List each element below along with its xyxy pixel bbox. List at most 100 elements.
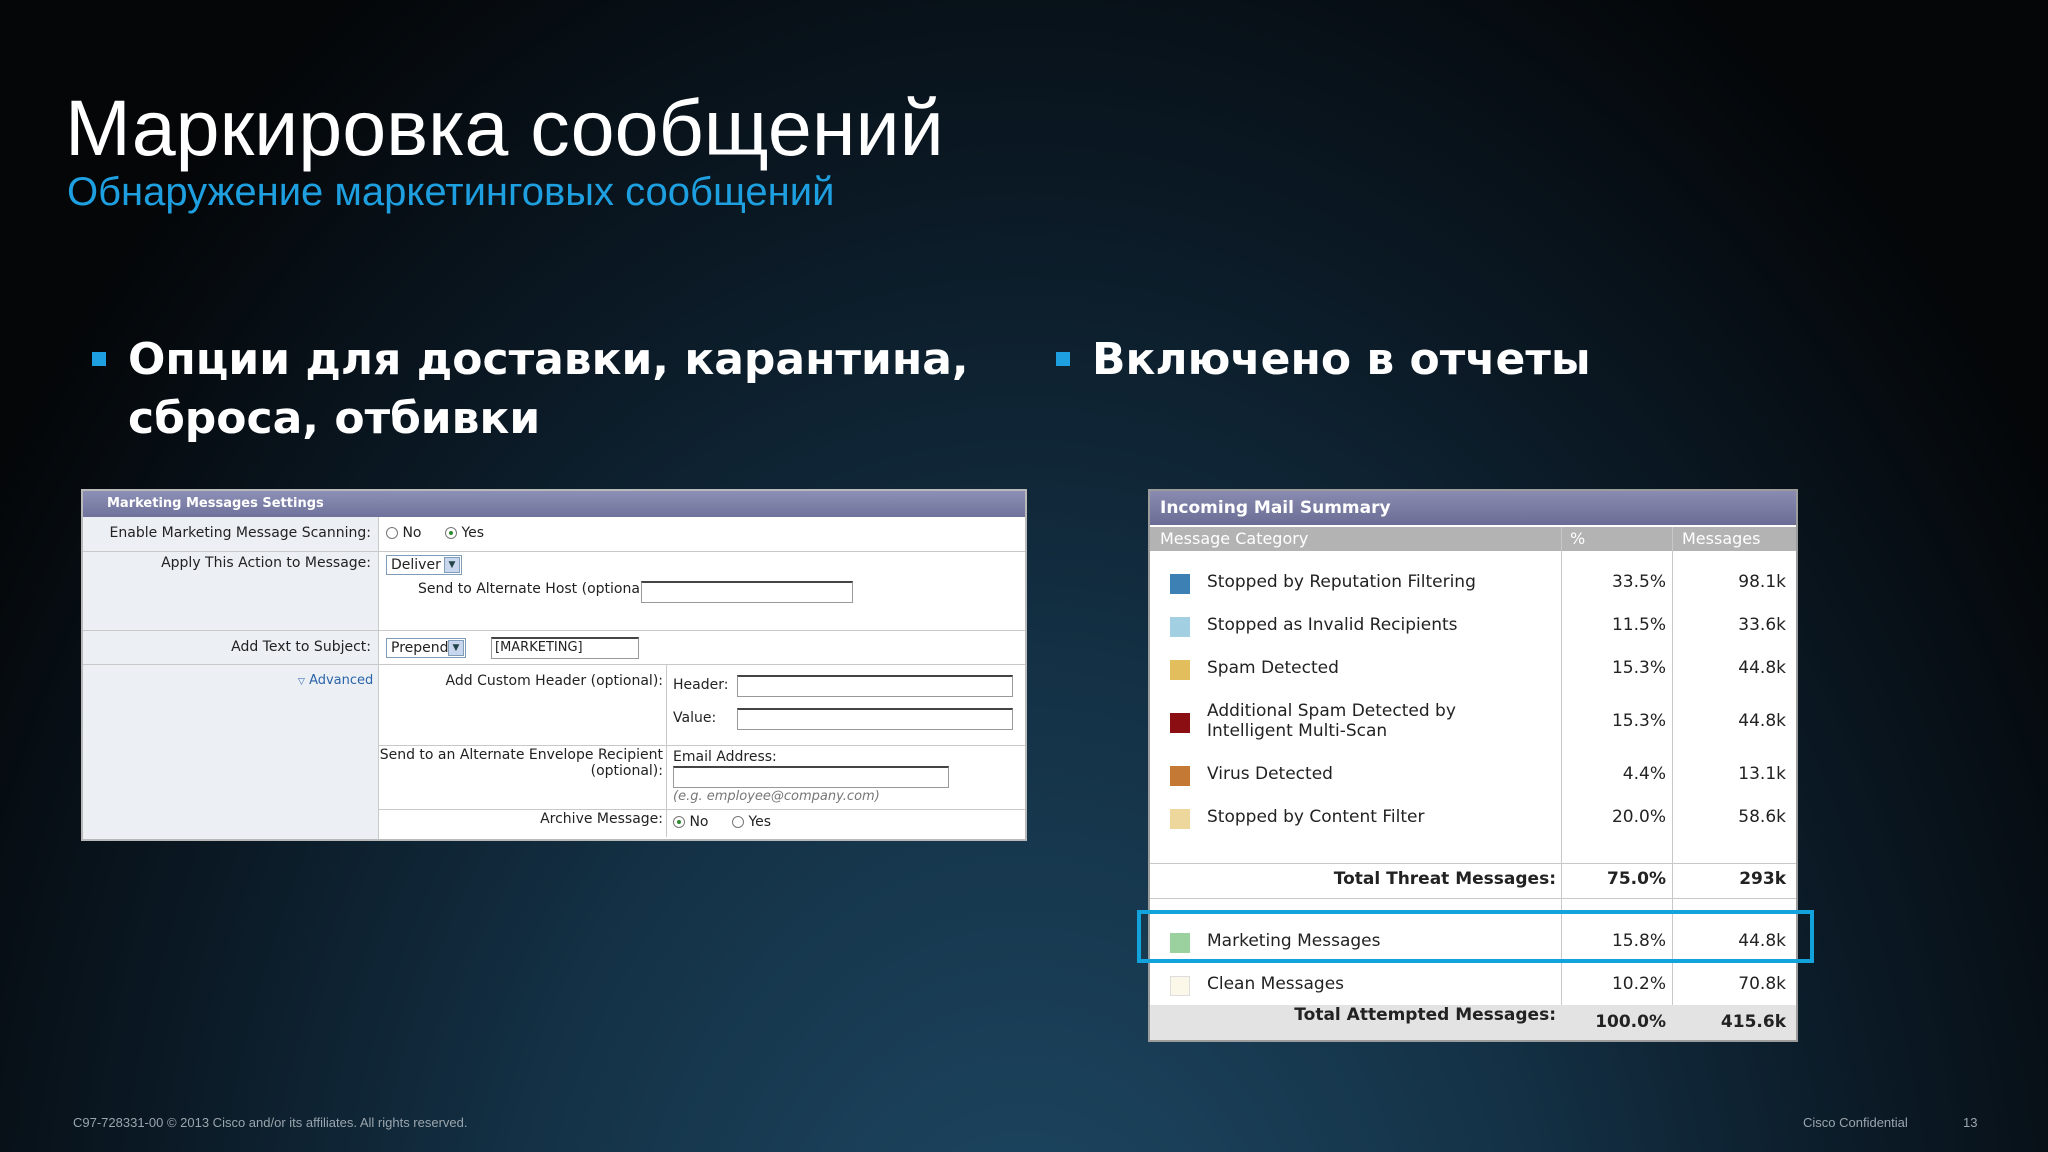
advanced-link[interactable]: ▽ Advanced [298, 673, 373, 688]
enable-no-radio[interactable] [386, 527, 398, 539]
email-hint: (e.g. employee@company.com) [673, 789, 880, 804]
enable-yes-radio[interactable] [445, 527, 457, 539]
enable-scanning-label: Enable Marketing Message Scanning: [109, 525, 371, 541]
enable-no-label: No [402, 525, 422, 541]
total-threat-row: Total Threat Messages: 75.0% 293k [1150, 869, 1796, 893]
row-category: Spam Detected [1207, 658, 1339, 678]
envelope-recipient-label: Send to an Alternate Envelope Recipient … [380, 747, 663, 779]
legend-swatch [1170, 617, 1190, 637]
slide-title: Маркировка сообщений [65, 83, 944, 172]
clean-messages-row: Clean Messages 10.2% 70.8k [1150, 974, 1796, 998]
subject-mode-value: Prepend [391, 640, 449, 656]
column-header-messages: Messages [1682, 529, 1761, 548]
archive-message-label: Archive Message: [540, 811, 663, 827]
subject-text-input[interactable]: [MARKETING] [491, 637, 639, 659]
row-category-line: Intelligent Multi-Scan [1207, 721, 1388, 741]
total-attempted-label: Total Attempted Messages: [1294, 1005, 1556, 1025]
total-attempted-percent: 100.0% [1595, 1012, 1666, 1032]
legend-swatch [1170, 766, 1190, 786]
bullet-text-line: сброса, отбивки [128, 393, 541, 444]
row-messages: 44.8k [1738, 711, 1786, 731]
action-select-value: Deliver [391, 557, 441, 573]
row-category: Additional Spam Detected by Intelligent … [1207, 701, 1456, 741]
value-label: Value: [673, 710, 717, 726]
advanced-link-label: Advanced [309, 673, 374, 688]
archive-no-option[interactable]: No [673, 814, 709, 830]
settings-header: Marketing Messages Settings [83, 491, 1025, 517]
page-number: 13 [1963, 1115, 1978, 1130]
enable-yes-option[interactable]: Yes [445, 525, 484, 541]
bullet-square-icon [1056, 352, 1070, 366]
total-attempted-row: Total Attempted Messages: 100.0% 415.6k [1150, 1005, 1796, 1040]
table-row: Additional Spam Detected by Intelligent … [1150, 701, 1796, 741]
apply-action-label: Apply This Action to Message: [161, 555, 371, 571]
row-messages: 13.1k [1738, 764, 1786, 784]
subject-mode-select[interactable]: Prepend ▼ [386, 638, 466, 658]
table-row: Stopped by Reputation Filtering 33.5% 98… [1150, 572, 1796, 596]
summary-column-header: Message Category % Messages [1150, 527, 1796, 551]
table-row: Stopped by Content Filter 20.0% 58.6k [1150, 807, 1796, 831]
row-category-line: Additional Spam Detected by [1207, 701, 1456, 721]
row-percent: 20.0% [1611, 807, 1666, 827]
email-address-input[interactable] [673, 766, 949, 788]
archive-no-radio[interactable] [673, 816, 685, 828]
total-attempted-messages: 415.6k [1720, 1012, 1786, 1032]
value-input[interactable] [737, 708, 1013, 730]
alternate-host-input[interactable] [641, 581, 853, 603]
archive-yes-radio[interactable] [732, 816, 744, 828]
table-row: Stopped as Invalid Recipients 11.5% 33.6… [1150, 615, 1796, 639]
total-threat-label: Total Threat Messages: [1333, 869, 1556, 889]
row-messages: 33.6k [1738, 615, 1786, 635]
row-messages: 44.8k [1738, 658, 1786, 678]
legend-swatch [1170, 660, 1190, 680]
custom-header-label: Add Custom Header (optional): [445, 673, 663, 689]
bullet-square-icon [92, 352, 106, 366]
enable-yes-label: Yes [461, 525, 485, 541]
table-row: Virus Detected 4.4% 13.1k [1150, 764, 1796, 788]
column-header-category: Message Category [1160, 529, 1309, 548]
row-messages: 70.8k [1738, 974, 1786, 994]
summary-title: Incoming Mail Summary [1150, 491, 1796, 525]
legend-swatch [1170, 713, 1190, 733]
bullet-text-line: Опции для доставки, карантина, [128, 334, 969, 385]
column-header-percent: % [1570, 529, 1586, 548]
legend-swatch [1170, 574, 1190, 594]
chevron-down-icon: ▼ [444, 557, 460, 573]
total-threat-messages: 293k [1739, 869, 1786, 889]
marketing-settings-panel: Marketing Messages Settings Enable Marke… [81, 489, 1027, 841]
triangle-down-icon: ▽ [298, 677, 305, 687]
bullet-options: Опции для доставки, карантина, сброса, о… [92, 330, 1028, 448]
bullet-reports: Включено в отчеты [1056, 330, 1792, 389]
row-percent: 10.2% [1611, 974, 1666, 994]
envelope-label-line: (optional): [590, 763, 663, 779]
row-category: Virus Detected [1207, 764, 1333, 784]
add-text-subject-label: Add Text to Subject: [231, 639, 371, 655]
row-category: Stopped as Invalid Recipients [1207, 615, 1458, 635]
row-category: Stopped by Reputation Filtering [1207, 572, 1476, 592]
envelope-label-line: Send to an Alternate Envelope Recipient [379, 747, 663, 763]
legend-swatch [1170, 809, 1190, 829]
archive-yes-option[interactable]: Yes [732, 814, 771, 830]
archive-no-label: No [689, 814, 709, 830]
row-messages: 58.6k [1738, 807, 1786, 827]
enable-no-option[interactable]: No [386, 525, 422, 541]
row-category: Clean Messages [1207, 974, 1345, 994]
row-percent: 4.4% [1622, 764, 1666, 784]
row-percent: 33.5% [1611, 572, 1666, 592]
legend-swatch [1170, 976, 1190, 996]
archive-yes-label: Yes [748, 814, 772, 830]
row-category: Stopped by Content Filter [1207, 807, 1425, 827]
row-messages: 98.1k [1738, 572, 1786, 592]
action-select[interactable]: Deliver ▼ [386, 555, 462, 575]
marketing-highlight-box [1137, 910, 1814, 963]
confidential-label: Cisco Confidential [1803, 1115, 1908, 1130]
alternate-host-label: Send to Alternate Host (optional): [418, 581, 655, 597]
bullet-text-line: Включено в отчеты [1092, 334, 1591, 385]
header-label: Header: [673, 677, 729, 693]
copyright-footer: C97-728331-00 © 2013 Cisco and/or its af… [73, 1115, 468, 1130]
row-percent: 15.3% [1611, 658, 1666, 678]
total-threat-percent: 75.0% [1607, 869, 1666, 889]
header-input[interactable] [737, 675, 1013, 697]
chevron-down-icon: ▼ [448, 640, 464, 656]
email-address-label: Email Address: [673, 749, 777, 765]
